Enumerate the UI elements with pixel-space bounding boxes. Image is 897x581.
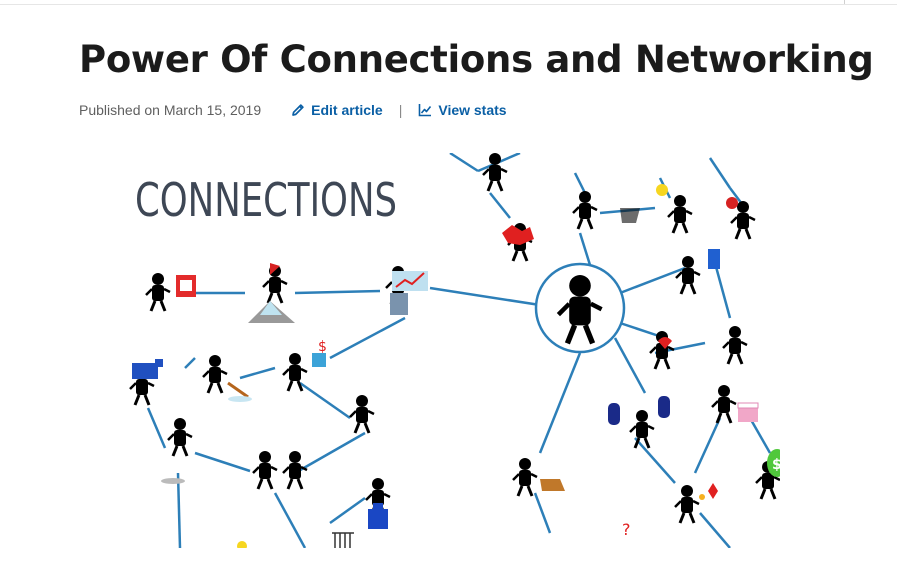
article-title: Power Of Connections and Networking	[79, 38, 874, 81]
line-chart-icon	[419, 104, 432, 117]
svg-text:?: ?	[622, 520, 631, 539]
view-stats-link[interactable]: View stats	[418, 102, 507, 118]
meta-separator: |	[398, 102, 403, 118]
top-divider	[0, 0, 897, 5]
article-meta: Published on March 15, 2019 Edit article…	[79, 101, 507, 119]
edit-article-label: Edit article	[311, 102, 383, 118]
svg-text:$: $	[772, 457, 780, 473]
image-heading: CONNECTIONS	[135, 173, 397, 227]
published-date: Published on March 15, 2019	[79, 102, 262, 118]
article-cover-image: CONNECTIONS $ $ ?	[110, 153, 780, 548]
pencil-icon	[292, 104, 304, 116]
svg-text:$: $	[318, 339, 327, 355]
edit-article-link[interactable]: Edit article	[291, 102, 383, 118]
view-stats-label: View stats	[438, 102, 507, 118]
network-illustration: CONNECTIONS $ $ ?	[128, 153, 780, 548]
